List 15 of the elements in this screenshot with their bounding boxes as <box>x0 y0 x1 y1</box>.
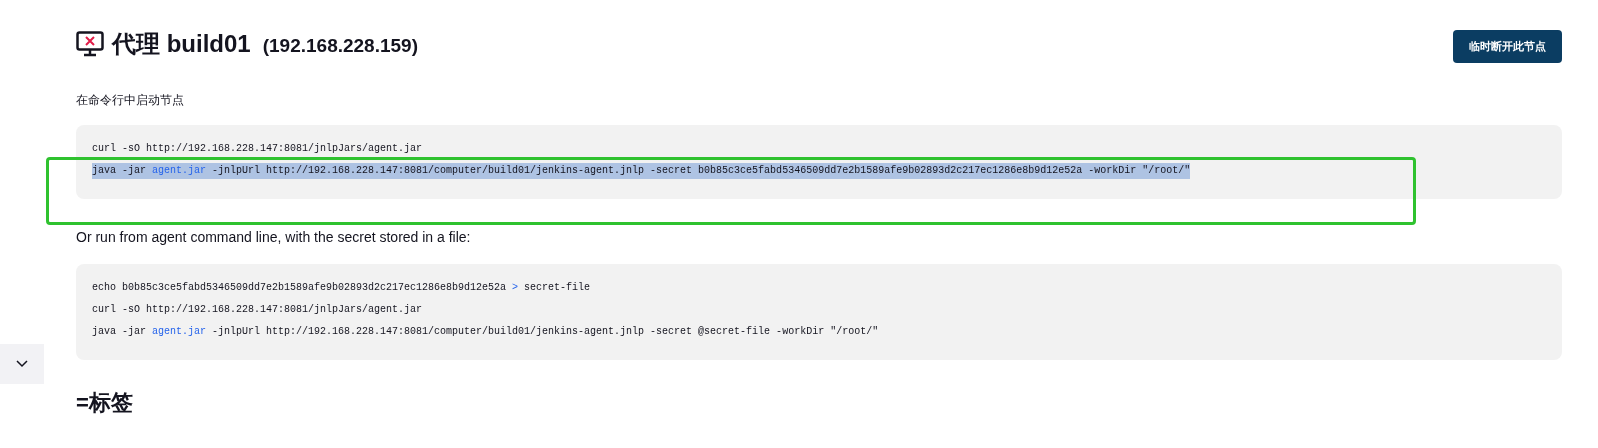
code-link[interactable]: agent.jar <box>152 164 207 176</box>
code-link[interactable]: agent.jar <box>152 325 207 337</box>
offline-computer-icon <box>76 31 104 58</box>
code-line: curl -sO http://192.168.228.147:8081/jnlpJars/agent.jar <box>92 141 423 156</box>
page-title: 代理 build01 <box>112 29 251 60</box>
sidebar-toggle-button[interactable] <box>0 344 44 384</box>
disconnect-button[interactable]: 临时断开此节点 <box>1453 30 1562 63</box>
code-line: java -jar agent.jar -jnlpUrl http://192.168.228.147:8081/computer/build01/jenkins-agent.jnlp -secret @secret-file -workDir "/root/" <box>92 324 879 339</box>
section-heading: =标签 <box>76 388 134 417</box>
agent-address: (192.168.228.159) <box>262 34 418 58</box>
section-intro: Or run from agent command line, with the secret stored in a file: <box>76 227 472 247</box>
code-line: curl -sO http://192.168.228.147:8081/jnlpJars/agent.jar <box>92 302 423 317</box>
section-intro: 在命令行中启动节点 <box>76 91 185 109</box>
code-line: echo b0b85c3ce5fabd5346509dd7e2b1589afe9b02893d2c217ec1286e8b9d12e52a > secret-file <box>92 280 591 295</box>
chevron-down-icon <box>16 360 28 368</box>
